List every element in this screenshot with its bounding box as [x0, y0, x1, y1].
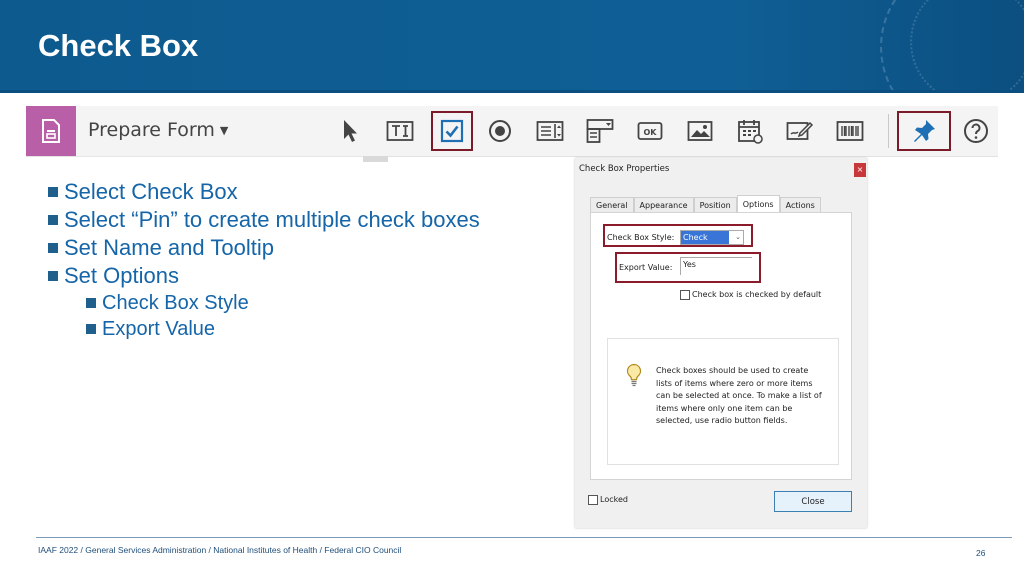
- chevron-down-icon: ⌄: [735, 233, 741, 241]
- seal-decoration-inner: [910, 0, 1024, 90]
- check-box-style-select[interactable]: Check ⌄: [680, 230, 744, 245]
- info-box: Check boxes should be used to create lis…: [607, 338, 839, 465]
- sub-bullet-text: Export Value: [102, 318, 216, 340]
- prepare-form-menu[interactable]: Prepare Form ▼: [88, 119, 228, 141]
- text-field-icon[interactable]: [382, 113, 418, 149]
- tab-position[interactable]: Position: [693, 197, 737, 213]
- info-text: Check boxes should be used to create lis…: [656, 366, 822, 425]
- button-ok-icon[interactable]: OK: [632, 113, 668, 149]
- bullet-text: Set Name and Tooltip: [64, 235, 274, 260]
- tab-actions[interactable]: Actions: [779, 197, 821, 213]
- radio-button-icon[interactable]: [482, 113, 518, 149]
- tab-general[interactable]: General: [590, 197, 634, 213]
- slide-header: Check Box: [0, 0, 1024, 90]
- sub-bullet-item: Check Box Style: [86, 290, 480, 316]
- date-field-icon[interactable]: [732, 113, 768, 149]
- toolbar-underline: [76, 156, 366, 157]
- bullet-square-icon: [48, 271, 58, 282]
- bullet-text: Select “Pin” to create multiple check bo…: [64, 207, 480, 232]
- bullet-item: Select “Pin” to create multiple check bo…: [48, 206, 480, 234]
- bullet-list: Select Check Box Select “Pin” to create …: [48, 178, 480, 342]
- bullet-item: Set Name and Tooltip: [48, 234, 480, 262]
- bullet-square-icon: [48, 187, 58, 198]
- dialog-title: Check Box Properties: [579, 164, 670, 174]
- bullet-item: Set Options: [48, 262, 480, 290]
- help-icon[interactable]: [958, 113, 994, 149]
- bullet-square-icon: [86, 323, 96, 334]
- sub-bullet-item: Export Value: [86, 316, 480, 342]
- check-box-style-label: Check Box Style:: [607, 233, 675, 242]
- slide-title: Check Box: [38, 28, 199, 63]
- svg-text:OK: OK: [644, 128, 658, 137]
- lightbulb-icon: [626, 363, 642, 393]
- chevron-down-icon: ▼: [219, 124, 229, 137]
- bullet-text: Set Options: [64, 263, 179, 288]
- bullet-square-icon: [48, 215, 58, 226]
- image-icon[interactable]: [682, 113, 718, 149]
- default-checked-label: Check box is checked by default: [692, 290, 822, 299]
- toolbar-separator: [888, 114, 889, 148]
- prepare-form-label: Prepare Form: [88, 119, 215, 141]
- bullet-item: Select Check Box: [48, 178, 480, 206]
- footer-text: IAAF 2022 / General Services Administrat…: [38, 545, 402, 555]
- bullet-square-icon: [86, 297, 96, 308]
- dropdown-icon[interactable]: [582, 113, 618, 149]
- barcode-icon[interactable]: [832, 113, 868, 149]
- export-value-field[interactable]: Yes: [680, 257, 752, 275]
- close-icon[interactable]: ×: [854, 163, 866, 177]
- header-rule: [0, 90, 1024, 93]
- select-cursor-icon[interactable]: [332, 113, 368, 149]
- check-box-style-value: Check: [681, 231, 729, 244]
- default-checked-checkbox[interactable]: [680, 290, 690, 300]
- toolbar-scroll-stub: [363, 156, 388, 162]
- list-box-icon[interactable]: [532, 113, 568, 149]
- page-number: 26: [976, 548, 986, 558]
- footer-rule: [36, 537, 1012, 538]
- check-box-icon[interactable]: [431, 111, 473, 151]
- locked-checkbox[interactable]: [588, 495, 598, 505]
- prepare-form-toolbar: Prepare Form ▼ OK: [26, 106, 998, 157]
- locked-label: Locked: [600, 495, 628, 504]
- dialog-tabs: General Appearance Position Options Acti…: [590, 195, 821, 213]
- pin-icon[interactable]: [897, 111, 951, 151]
- tab-appearance[interactable]: Appearance: [633, 197, 694, 213]
- bullet-square-icon: [48, 243, 58, 254]
- close-button[interactable]: Close: [774, 491, 852, 512]
- prepare-form-icon[interactable]: [26, 106, 76, 156]
- sub-bullet-text: Check Box Style: [102, 292, 249, 314]
- check-box-properties-dialog: Check Box Properties × General Appearanc…: [575, 158, 867, 528]
- signature-icon[interactable]: [782, 113, 818, 149]
- tab-options[interactable]: Options: [736, 195, 780, 213]
- export-value-label: Export Value:: [619, 263, 673, 272]
- bullet-text: Select Check Box: [64, 179, 238, 204]
